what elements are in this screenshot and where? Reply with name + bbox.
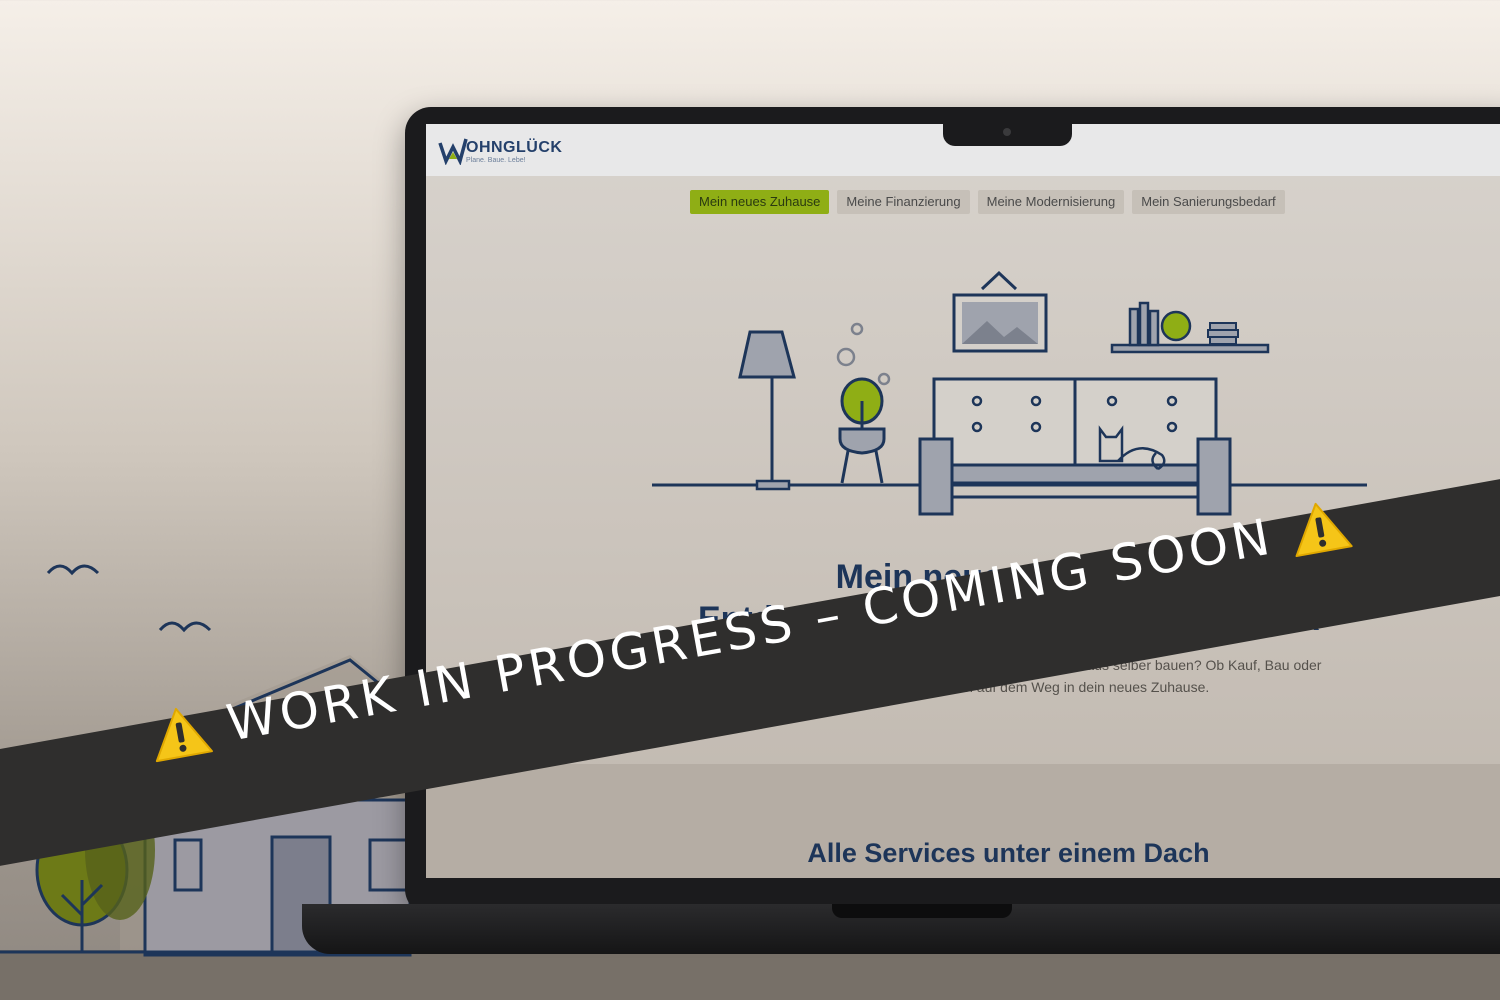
plant-icon — [838, 377, 886, 484]
warning-icon — [1295, 502, 1353, 558]
tab-meine-finanzierung[interactable]: Meine Finanzierung — [837, 190, 970, 214]
warning-icon — [155, 707, 214, 763]
bird-icon — [158, 621, 212, 633]
camera-notch — [943, 124, 1072, 146]
floor-lamp-icon — [738, 330, 796, 491]
bookshelf-icon — [1110, 301, 1270, 354]
service-tabs: Mein neues Zuhause Meine Finanzierung Me… — [690, 190, 1285, 214]
bird-icon — [46, 564, 100, 576]
tab-mein-sanierungsbedarf[interactable]: Mein Sanierungsbedarf — [1132, 190, 1285, 214]
tab-mein-neues-zuhause[interactable]: Mein neues Zuhause — [690, 190, 830, 214]
services-title: Alle Services unter einem Dach — [807, 838, 1210, 868]
logo-tagline: Plane. Baue. Lebe! — [466, 157, 526, 164]
logo-name: OHNGLÜCK — [466, 139, 563, 156]
laptop-lip — [832, 904, 1012, 918]
camera-icon — [1003, 128, 1011, 136]
site-logo[interactable]: OHNGLÜCK Plane. Baue. Lebe! — [438, 135, 578, 169]
laptop-base — [302, 904, 1500, 954]
tab-meine-modernisierung[interactable]: Meine Modernisierung — [977, 190, 1125, 214]
picture-frame-icon — [952, 270, 1048, 353]
logo-roof-icon — [438, 138, 468, 165]
